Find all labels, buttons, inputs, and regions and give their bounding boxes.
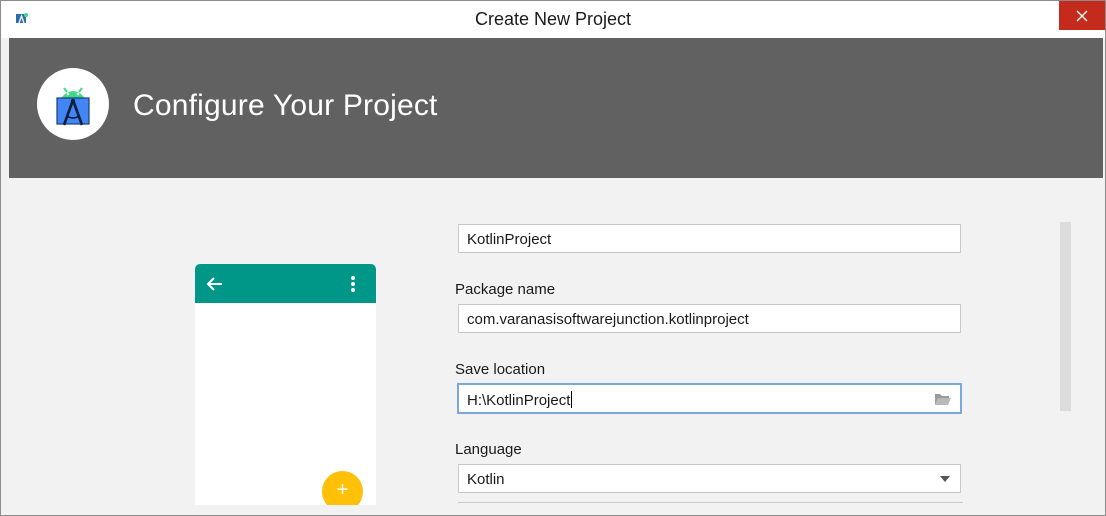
title-bar: Create New Project (1, 1, 1105, 38)
dialog-content: Configure Your Project + KotlinProject P… (9, 38, 1103, 515)
close-button[interactable] (1059, 1, 1105, 30)
project-name-value: KotlinProject (467, 231, 552, 248)
window-title: Create New Project (474, 9, 632, 29)
save-location-field[interactable]: H:\KotlinProject (457, 383, 962, 414)
language-value: Kotlin (467, 471, 505, 488)
create-new-project-window: Create New Project Configure Your Projec… (0, 0, 1106, 516)
folder-open-icon[interactable] (934, 392, 952, 406)
android-studio-logo-icon (37, 68, 109, 140)
package-name-value: com.varanasisoftwarejunction.kotlinproje… (467, 311, 749, 328)
language-dropdown[interactable]: Kotlin (458, 464, 961, 493)
package-name-field[interactable]: com.varanasisoftwarejunction.kotlinproje… (458, 304, 961, 333)
header-band: Configure Your Project (9, 38, 1103, 178)
chevron-down-icon (940, 476, 950, 482)
save-location-value: H:\KotlinProject (467, 392, 571, 409)
vertical-scrollbar[interactable] (1060, 222, 1071, 411)
preview-app-bar (195, 264, 376, 303)
save-location-label: Save location (455, 361, 546, 378)
project-name-field[interactable]: KotlinProject (458, 224, 961, 253)
arrow-back-icon (206, 277, 222, 291)
language-underline (458, 502, 963, 503)
page-title: Configure Your Project (133, 89, 438, 122)
save-location-text: H:\KotlinProject (467, 391, 573, 409)
preview-fab: + (322, 471, 363, 505)
activity-preview: + (195, 264, 376, 505)
android-studio-logo-graphic (56, 87, 90, 126)
language-label: Language (455, 441, 522, 458)
text-caret (571, 391, 573, 408)
more-vert-icon (351, 276, 355, 292)
close-icon (1076, 10, 1088, 21)
package-name-label: Package name (455, 281, 556, 298)
